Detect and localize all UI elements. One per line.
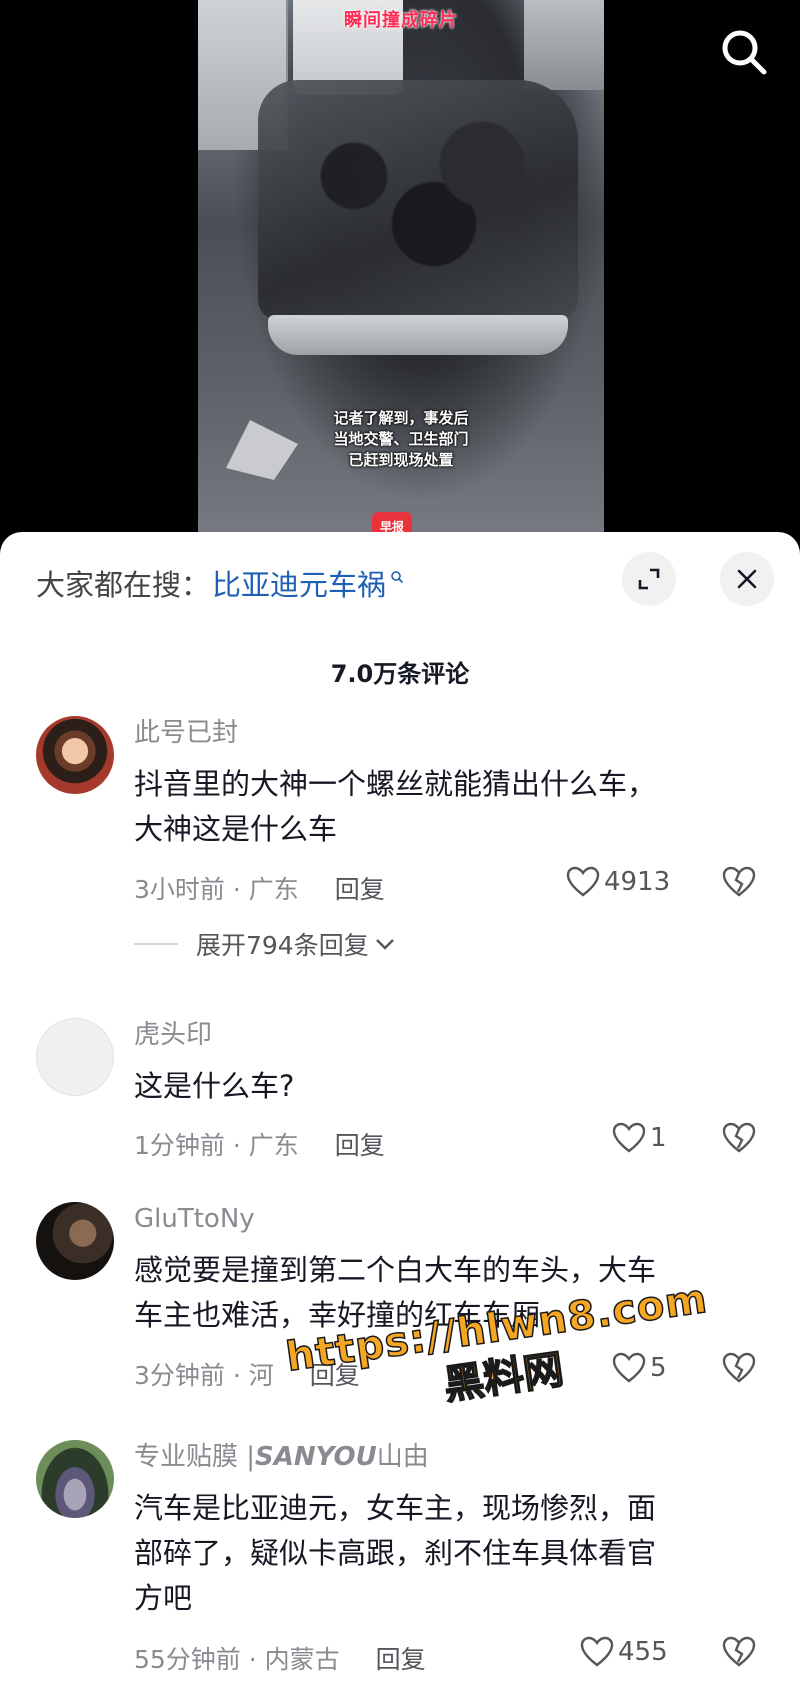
small-search-icon <box>391 571 404 584</box>
reply-button[interactable]: 回复 <box>335 870 385 906</box>
comment-text: 这是什么车? <box>134 1064 760 1109</box>
car-bumper <box>268 315 568 355</box>
comment-body: 此号已封 抖音里的大神一个螺丝就能猜出什么车， 大神这是什么车 3小时前 · 广… <box>134 716 760 904</box>
subtitle-line: 已赶到现场处置 <box>348 451 454 469</box>
avatar[interactable] <box>36 1440 114 1518</box>
avatar[interactable] <box>36 716 114 794</box>
username-suffix: 山由 <box>376 1442 429 1472</box>
comment-text: 汽车是比亚迪元，女车主，现场惨烈，面 部碎了，疑似卡高跟，刹不住车具体看官 方吧 <box>134 1486 760 1621</box>
dislike-button[interactable] <box>722 1352 756 1388</box>
comment-count: 7.0万条评论 <box>330 660 470 688</box>
like-count: 455 <box>618 1637 668 1667</box>
comment-line: 部碎了，疑似卡高跟，刹不住车具体看官 <box>134 1536 657 1570</box>
comment-line: 车主也难活，幸好撞的红车车厢 <box>134 1298 541 1332</box>
hot-search-prefix: 大家都在搜： <box>36 568 211 602</box>
search-button[interactable] <box>718 26 770 78</box>
reply-button[interactable]: 回复 <box>376 1640 426 1676</box>
comment-meta: 3小时前 · 广东 回复 <box>134 870 385 906</box>
username[interactable]: 虎头印 <box>134 1018 760 1052</box>
comment-body: 专业贴膜 |SANYOU山由 汽车是比亚迪元，女车主，现场惨烈，面 部碎了，疑似… <box>134 1440 760 1674</box>
reply-button[interactable]: 回复 <box>310 1356 360 1392</box>
video-frame[interactable]: 瞬间撞成碎片 记者了解到，事发后 当地交警、卫生部门 已赶到现场处置 早报 <box>198 0 604 560</box>
hot-search-bar[interactable]: 大家都在搜： 比亚迪元车祸 <box>36 562 404 604</box>
time-location: 1分钟前 · 广东 <box>134 1131 299 1160</box>
dislike-button[interactable] <box>722 1636 756 1672</box>
subtitle-line: 记者了解到，事发后 <box>333 409 469 427</box>
search-icon <box>722 30 767 75</box>
username[interactable]: GluTtoNy <box>134 1202 760 1236</box>
comment-meta: 55分钟前 · 内蒙古 回复 <box>134 1640 426 1676</box>
comment-line: 汽车是比亚迪元，女车主，现场惨烈，面 <box>134 1491 657 1525</box>
wrecked-car <box>258 80 578 320</box>
chevron-down-icon <box>375 939 394 950</box>
reply-button[interactable]: 回复 <box>335 1126 385 1162</box>
heart-icon <box>580 1636 614 1667</box>
time-location: 3分钟前 · 河 <box>134 1361 274 1390</box>
like-count: 5 <box>650 1353 667 1383</box>
comment-body: GluTtoNy 感觉要是撞到第二个白大车的车头，大车 车主也难活，幸好撞的红车… <box>134 1202 760 1390</box>
heart-icon <box>612 1352 646 1383</box>
heart-icon <box>612 1122 646 1153</box>
subtitle-line: 当地交警、卫生部门 <box>333 430 469 448</box>
expand-icon <box>638 568 660 590</box>
dislike-button[interactable] <box>722 866 756 902</box>
comment-body: 虎头印 这是什么车? 1分钟前 · 广东 回复 1 <box>134 1018 760 1160</box>
expand-replies-label: 展开794条回复 <box>196 931 369 960</box>
close-button[interactable] <box>720 552 774 606</box>
broken-heart-icon <box>722 1122 756 1153</box>
comment-meta: 3分钟前 · 河 回复 <box>134 1356 360 1392</box>
like-button[interactable]: 1 <box>612 1122 667 1154</box>
broken-heart-icon <box>722 1636 756 1667</box>
expand-button[interactable] <box>622 552 676 606</box>
avatar[interactable] <box>36 1018 114 1096</box>
comment-text: 抖音里的大神一个螺丝就能猜出什么车， 大神这是什么车 <box>134 762 760 852</box>
like-button[interactable]: 4913 <box>566 866 670 898</box>
like-count: 4913 <box>604 867 671 897</box>
broken-heart-icon <box>722 866 756 897</box>
username[interactable]: 此号已封 <box>134 716 760 750</box>
hot-search-term[interactable]: 比亚迪元车祸 <box>212 562 386 604</box>
username-prefix: 专业贴膜 | <box>134 1442 256 1472</box>
comment-line: 方吧 <box>134 1581 193 1615</box>
comment-line: 大神这是什么车 <box>134 812 338 846</box>
comment-text: 感觉要是撞到第二个白大车的车头，大车 车主也难活，幸好撞的红车车厢 <box>134 1248 760 1338</box>
comment-sheet: 大家都在搜： 比亚迪元车祸 7.0万条评论 此号已封 抖音里的大神一个螺丝就能猜… <box>0 532 800 1695</box>
avatar[interactable] <box>36 1202 114 1280</box>
comment-line: 这是什么车? <box>134 1069 295 1103</box>
time-location: 3小时前 · 广东 <box>134 875 299 904</box>
heart-icon <box>566 866 600 897</box>
divider <box>134 943 178 945</box>
like-button[interactable]: 455 <box>580 1636 668 1668</box>
time-location: 55分钟前 · 内蒙古 <box>134 1645 340 1674</box>
broken-heart-icon <box>722 1352 756 1383</box>
video-subtitle: 记者了解到，事发后 当地交警、卫生部门 已赶到现场处置 <box>198 408 604 471</box>
video-player[interactable]: 瞬间撞成碎片 记者了解到，事发后 当地交警、卫生部门 已赶到现场处置 早报 <box>0 0 800 560</box>
like-button[interactable]: 5 <box>612 1352 667 1384</box>
like-count: 1 <box>650 1123 667 1153</box>
close-icon <box>737 569 757 589</box>
username[interactable]: 专业贴膜 |SANYOU山由 <box>134 1440 760 1474</box>
comment-meta: 1分钟前 · 广东 回复 <box>134 1126 385 1162</box>
comment-line: 感觉要是撞到第二个白大车的车头，大车 <box>134 1253 657 1287</box>
comment-line: 抖音里的大神一个螺丝就能猜出什么车， <box>134 767 657 801</box>
video-top-caption: 瞬间撞成碎片 <box>344 10 458 31</box>
dislike-button[interactable] <box>722 1122 756 1158</box>
expand-replies-button[interactable]: 展开794条回复 <box>134 926 395 962</box>
username-brand: SANYOU <box>255 1442 377 1472</box>
